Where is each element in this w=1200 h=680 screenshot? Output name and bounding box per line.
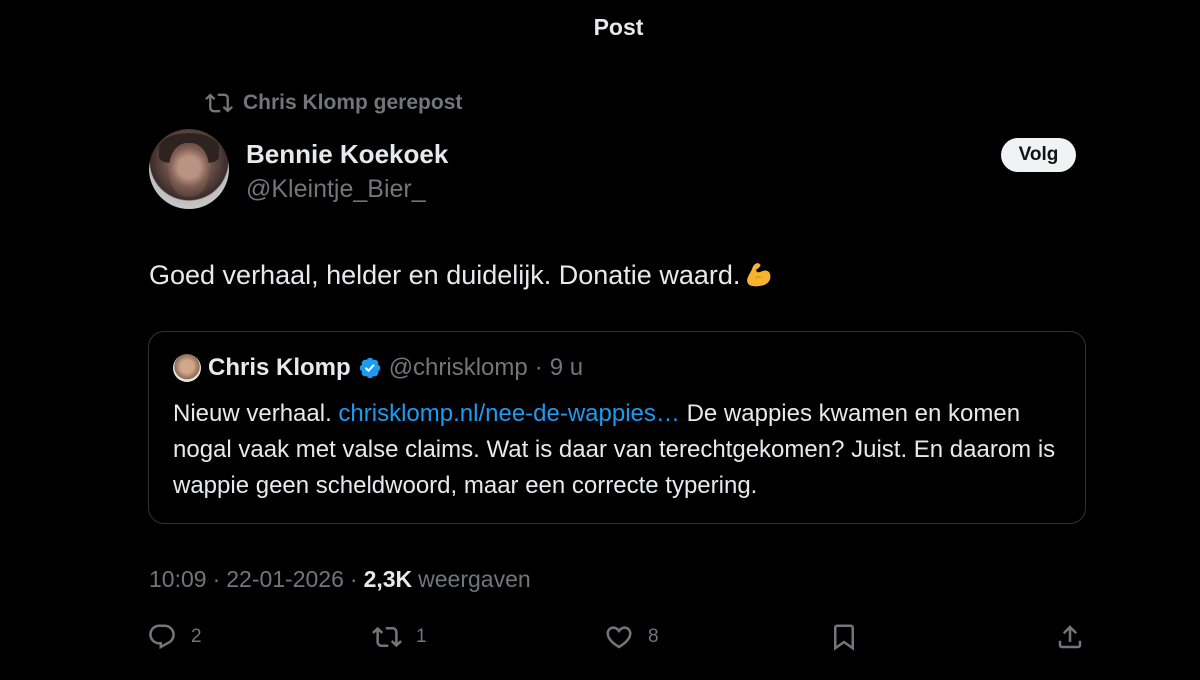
repost-icon <box>372 626 402 648</box>
repost-button[interactable]: 1 <box>372 622 427 652</box>
post-metadata: 10:09 · 22-01-2026 · 2,3K weergaven <box>149 566 531 593</box>
post-text: Goed verhaal, helder en duidelijk. Donat… <box>149 259 741 290</box>
quoted-post-text: Nieuw verhaal. chrisklomp.nl/nee-de-wapp… <box>173 396 1073 504</box>
reply-icon <box>149 624 175 650</box>
separator-dot: · <box>534 354 543 381</box>
repost-icon <box>205 93 233 113</box>
heart-icon <box>606 626 632 649</box>
post-time[interactable]: 10:09 <box>149 566 207 593</box>
like-count: 8 <box>648 626 659 647</box>
author-name[interactable]: Bennie Koekoek <box>246 139 448 170</box>
quoted-post[interactable]: Chris Klomp @chrisklomp · 9 u Nieuw verh… <box>148 331 1086 524</box>
repost-indicator[interactable]: Chris Klomp gerepost <box>205 89 462 117</box>
view-count[interactable]: 2,3K <box>364 566 413 593</box>
share-button[interactable] <box>1055 622 1085 652</box>
like-button[interactable]: 8 <box>604 622 659 652</box>
avatar[interactable] <box>149 129 229 209</box>
share-icon <box>1058 625 1082 649</box>
verified-badge-icon <box>359 357 380 379</box>
post-date[interactable]: 22-01-2026 <box>226 566 344 593</box>
reply-count: 2 <box>191 626 202 647</box>
quoted-text-before: Nieuw verhaal. <box>173 400 339 427</box>
reply-button[interactable]: 2 <box>147 622 202 652</box>
flexed-biceps-icon <box>747 263 771 287</box>
repost-text: Chris Klomp gerepost <box>243 91 463 114</box>
views-label: weergaven <box>418 566 531 592</box>
author-handle[interactable]: @Kleintje_Bier_ <box>246 175 426 204</box>
quoted-post-link[interactable]: chrisklomp.nl/nee-de-wappies… <box>338 400 679 427</box>
post-text-container: Goed verhaal, helder en duidelijk. Donat… <box>149 259 774 291</box>
page-title: Post <box>593 14 644 40</box>
separator-dot: · <box>212 566 221 592</box>
bookmark-button[interactable] <box>829 622 859 652</box>
repost-count: 1 <box>416 626 427 647</box>
separator-dot: · <box>349 566 358 592</box>
quoted-avatar[interactable] <box>173 354 201 382</box>
quoted-author-name[interactable]: Chris Klomp <box>208 354 351 382</box>
bookmark-icon <box>834 624 854 651</box>
quoted-post-time[interactable]: 9 u <box>550 354 583 382</box>
quoted-author-handle[interactable]: @chrisklomp <box>389 354 528 382</box>
quoted-post-header: Chris Klomp @chrisklomp · 9 u <box>173 354 583 382</box>
follow-button[interactable]: Volg <box>1001 138 1076 172</box>
